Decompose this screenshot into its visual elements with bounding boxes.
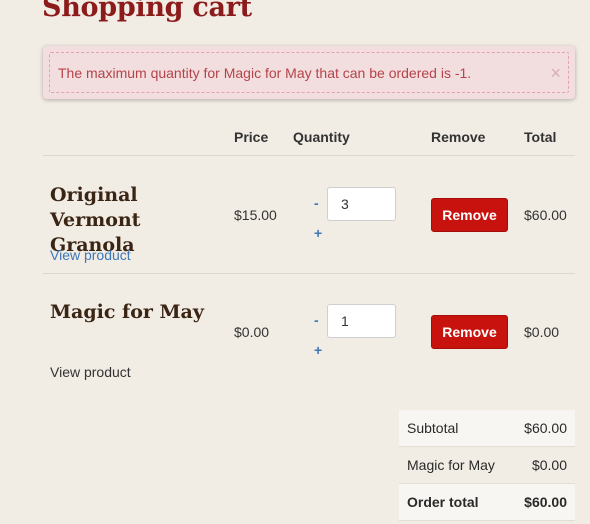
product-name: Magic for May bbox=[50, 301, 204, 323]
order-total-value: $60.00 bbox=[524, 494, 567, 510]
order-totals: Subtotal $60.00 Magic for May $0.00 Orde… bbox=[399, 410, 575, 521]
quantity-input[interactable] bbox=[327, 187, 396, 221]
quantity-increase-button[interactable]: + bbox=[314, 342, 322, 358]
view-product-link[interactable]: View product bbox=[50, 364, 131, 380]
subtotal-label: Subtotal bbox=[407, 420, 459, 436]
product-price: $0.00 bbox=[234, 324, 270, 340]
page-title: Shopping cart bbox=[42, 0, 252, 23]
error-alert: The maximum quantity for Magic for May t… bbox=[43, 46, 575, 99]
column-header-total: Total bbox=[524, 129, 557, 145]
column-header-remove: Remove bbox=[431, 129, 486, 145]
remove-button[interactable]: Remove bbox=[431, 315, 508, 349]
order-total-label: Order total bbox=[407, 494, 479, 510]
subtotal-value: $60.00 bbox=[524, 420, 567, 436]
quantity-increase-button[interactable]: + bbox=[314, 225, 322, 241]
discount-row: Magic for May $0.00 bbox=[399, 447, 575, 484]
remove-button[interactable]: Remove bbox=[431, 198, 508, 232]
discount-label: Magic for May bbox=[407, 457, 495, 473]
column-header-price: Price bbox=[234, 129, 269, 145]
view-product-link[interactable]: View product bbox=[50, 247, 131, 263]
error-alert-message: The maximum quantity for Magic for May t… bbox=[58, 65, 472, 81]
quantity-input[interactable] bbox=[327, 304, 396, 338]
row-divider bbox=[43, 273, 575, 274]
product-price: $15.00 bbox=[234, 207, 277, 223]
subtotal-row: Subtotal $60.00 bbox=[399, 410, 575, 447]
discount-value: $0.00 bbox=[531, 457, 567, 473]
product-total: $60.00 bbox=[524, 207, 567, 223]
quantity-decrease-button[interactable]: - bbox=[314, 312, 319, 328]
product-total: $0.00 bbox=[524, 324, 560, 340]
column-header-quantity: Quantity bbox=[293, 129, 350, 145]
close-icon[interactable]: × bbox=[550, 64, 561, 82]
order-total-row: Order total $60.00 bbox=[399, 484, 575, 521]
quantity-decrease-button[interactable]: - bbox=[314, 195, 319, 211]
header-divider bbox=[43, 155, 575, 156]
